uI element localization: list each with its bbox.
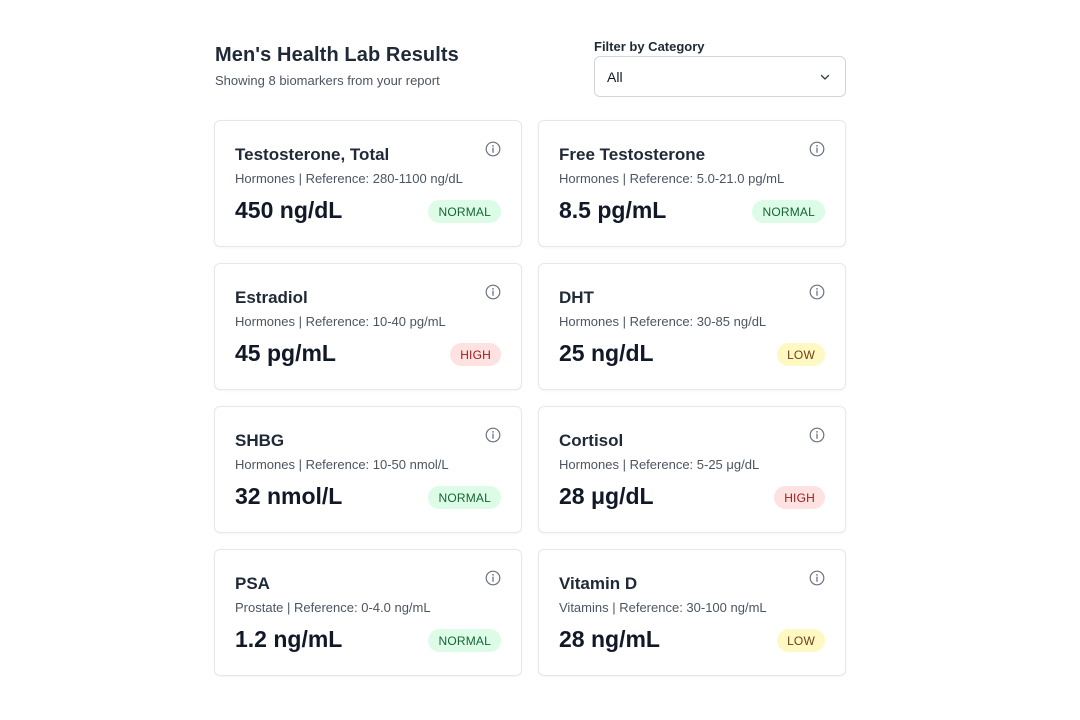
biomarker-name: Cortisol xyxy=(559,431,624,450)
biomarker-name: PSA xyxy=(235,574,270,593)
biomarker-value: 28 ng/mL xyxy=(559,626,660,652)
biomarker-card[interactable]: Free Testosterone Hormones | Reference: … xyxy=(538,120,846,247)
biomarker-value: 8.5 pg/mL xyxy=(559,197,667,223)
biomarker-reference: Prostate | Reference: 0-4.0 ng/mL xyxy=(235,600,431,615)
info-icon[interactable] xyxy=(485,427,501,443)
info-icon[interactable] xyxy=(485,141,501,157)
biomarker-value: 32 nmol/L xyxy=(235,483,343,509)
status-badge: NORMAL xyxy=(428,629,501,652)
info-icon[interactable] xyxy=(485,570,501,586)
category-filter-select[interactable]: All xyxy=(594,56,846,97)
biomarker-card[interactable]: Cortisol Hormones | Reference: 5-25 μg/d… xyxy=(538,406,846,533)
biomarker-card[interactable]: Testosterone, Total Hormones | Reference… xyxy=(214,120,522,247)
filter-label: Filter by Category xyxy=(594,39,705,54)
biomarker-card[interactable]: PSA Prostate | Reference: 0-4.0 ng/mL 1.… xyxy=(214,549,522,676)
status-badge: NORMAL xyxy=(752,200,825,223)
biomarker-value: 450 ng/dL xyxy=(235,197,343,223)
status-badge: HIGH xyxy=(774,486,825,509)
biomarker-reference: Vitamins | Reference: 30-100 ng/mL xyxy=(559,600,767,615)
biomarker-grid: Testosterone, Total Hormones | Reference… xyxy=(214,120,846,676)
info-icon[interactable] xyxy=(809,284,825,300)
status-badge: HIGH xyxy=(450,343,501,366)
status-badge: NORMAL xyxy=(428,200,501,223)
biomarker-value: 28 μg/dL xyxy=(559,483,654,509)
biomarker-reference: Hormones | Reference: 5.0-21.0 pg/mL xyxy=(559,171,785,186)
biomarker-reference: Hormones | Reference: 30-85 ng/dL xyxy=(559,314,767,329)
biomarker-card[interactable]: Estradiol Hormones | Reference: 10-40 pg… xyxy=(214,263,522,390)
chevron-down-icon xyxy=(820,74,830,80)
biomarker-card[interactable]: Vitamin D Vitamins | Reference: 30-100 n… xyxy=(538,549,846,676)
page-title: Men's Health Lab Results xyxy=(215,44,459,66)
info-icon[interactable] xyxy=(809,427,825,443)
lab-results-page: Men's Health Lab Results Showing 8 bioma… xyxy=(214,0,846,676)
biomarker-value: 45 pg/mL xyxy=(235,340,336,366)
biomarker-reference: Hormones | Reference: 10-50 nmol/L xyxy=(235,457,449,472)
biomarker-name: Free Testosterone xyxy=(559,145,706,164)
biomarker-name: Vitamin D xyxy=(559,574,638,593)
biomarker-reference: Hormones | Reference: 5-25 μg/dL xyxy=(559,457,760,472)
biomarker-name: Testosterone, Total xyxy=(235,145,390,164)
biomarker-value: 25 ng/dL xyxy=(559,340,654,366)
status-badge: LOW xyxy=(777,629,825,652)
biomarker-name: SHBG xyxy=(235,431,285,450)
page-subtitle: Showing 8 biomarkers from your report xyxy=(215,73,440,88)
biomarker-card[interactable]: DHT Hormones | Reference: 30-85 ng/dL 25… xyxy=(538,263,846,390)
info-icon[interactable] xyxy=(485,284,501,300)
info-icon[interactable] xyxy=(809,141,825,157)
biomarker-name: DHT xyxy=(559,288,594,307)
biomarker-card[interactable]: SHBG Hormones | Reference: 10-50 nmol/L … xyxy=(214,406,522,533)
info-icon[interactable] xyxy=(809,570,825,586)
status-badge: LOW xyxy=(777,343,825,366)
biomarker-value: 1.2 ng/mL xyxy=(235,626,343,652)
biomarker-name: Estradiol xyxy=(235,288,308,307)
biomarker-reference: Hormones | Reference: 10-40 pg/mL xyxy=(235,314,446,329)
category-filter-value: All xyxy=(607,68,623,85)
status-badge: NORMAL xyxy=(428,486,501,509)
page-header: Men's Health Lab Results Showing 8 bioma… xyxy=(214,0,846,120)
biomarker-reference: Hormones | Reference: 280-1100 ng/dL xyxy=(235,171,463,186)
